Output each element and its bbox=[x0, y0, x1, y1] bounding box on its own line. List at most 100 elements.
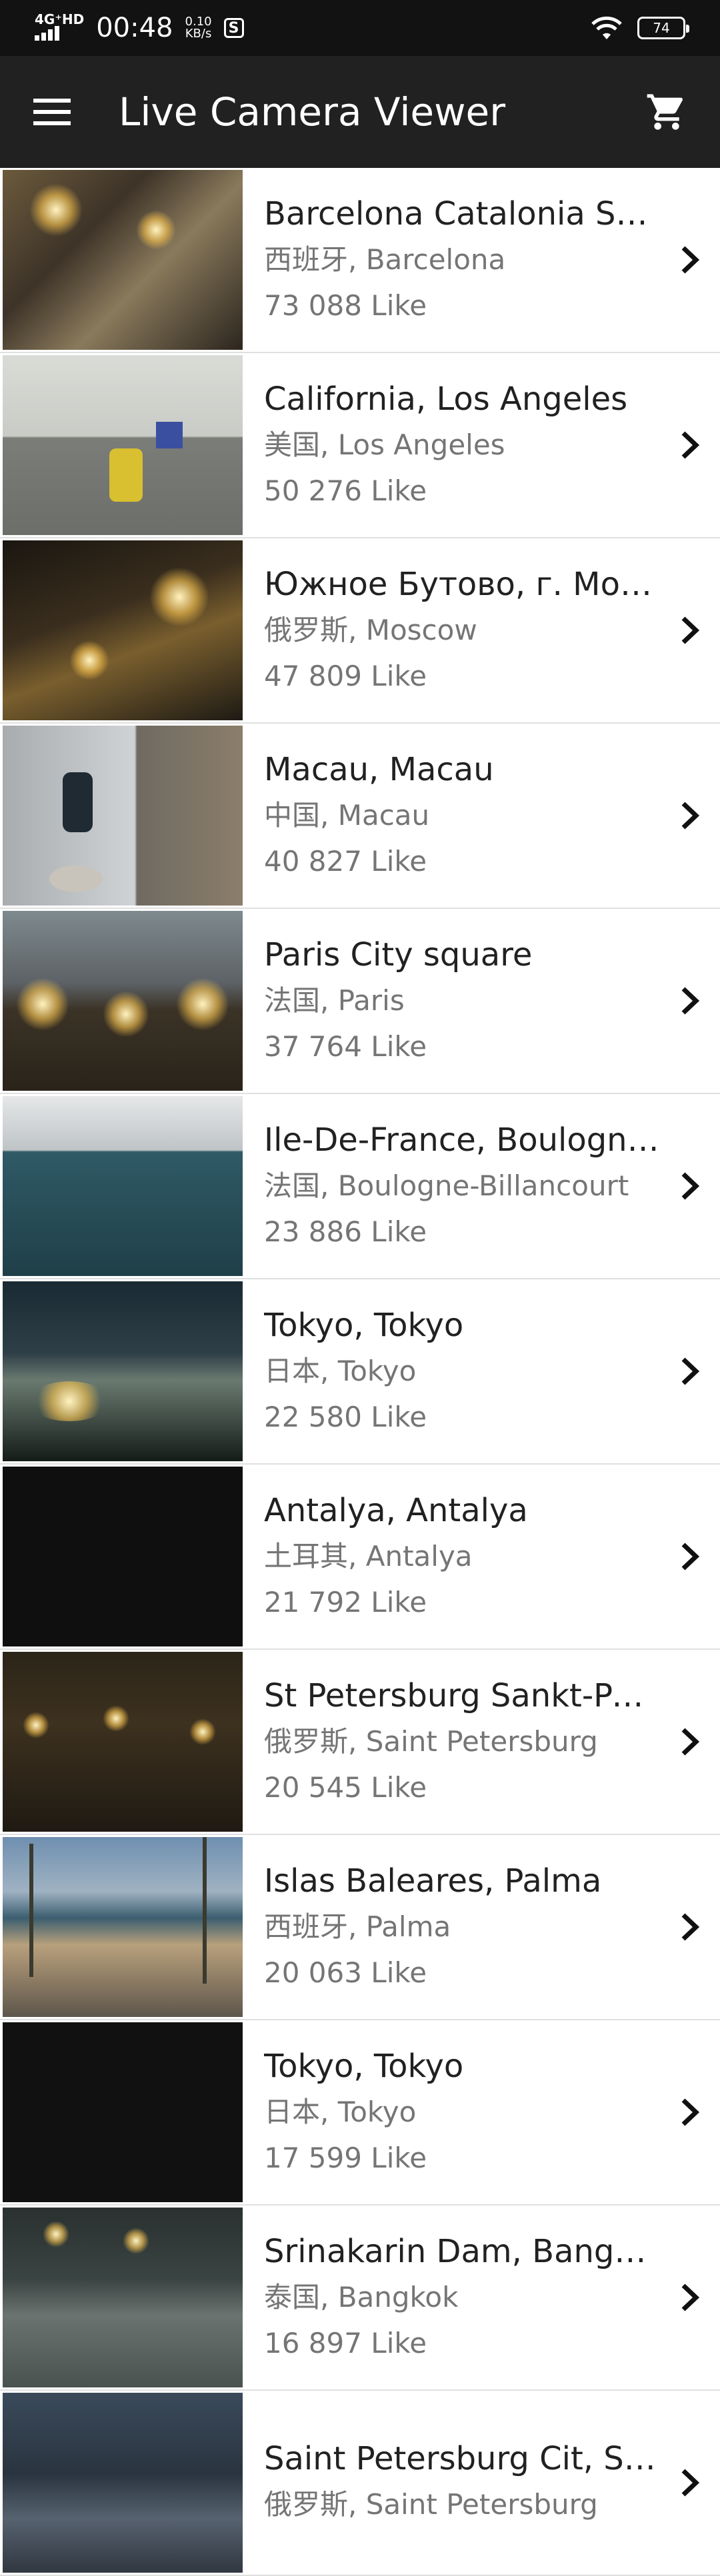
camera-city: Bangkok bbox=[337, 2281, 459, 2313]
camera-name: Barcelona Catalonia Sp… bbox=[264, 195, 660, 233]
camera-country: 西班牙 bbox=[264, 243, 349, 276]
camera-country: 俄罗斯 bbox=[264, 1725, 349, 1758]
camera-thumbnail bbox=[3, 2022, 243, 2202]
chevron-right-icon[interactable] bbox=[660, 1912, 720, 1942]
chevron-right-icon[interactable] bbox=[660, 2467, 720, 2498]
list-item[interactable]: Tokyo, Tokyo 日本, Tokyo 22 580 Like bbox=[0, 1279, 720, 1465]
camera-country: 中国 bbox=[264, 799, 321, 832]
camera-city: Los Angeles bbox=[337, 428, 505, 461]
list-item[interactable]: Ile-De-France, Boulogn… 法国, Boulogne-Bil… bbox=[0, 1094, 720, 1279]
camera-location: 法国, Paris bbox=[264, 984, 405, 1017]
camera-name: Saint Petersburg Cit, S… bbox=[264, 2440, 656, 2477]
camera-location: 俄罗斯, Saint Petersburg bbox=[264, 2488, 598, 2521]
camera-thumbnail bbox=[3, 2208, 243, 2387]
chevron-right-icon[interactable] bbox=[660, 1171, 720, 1201]
battery-icon: 74 bbox=[637, 17, 689, 39]
wifi-icon bbox=[591, 16, 622, 39]
chevron-right-icon[interactable] bbox=[660, 430, 720, 460]
camera-city: Saint Petersburg bbox=[365, 1725, 598, 1758]
clock: 00:48 bbox=[96, 13, 173, 43]
camera-info: Antalya, Antalya 土耳其, Antalya 21 792 Lik… bbox=[243, 1489, 660, 1624]
list-item[interactable]: Islas Baleares, Palma 西班牙, Palma 20 063 … bbox=[0, 1835, 720, 2020]
network-speed: 0.10 KB/s bbox=[185, 16, 212, 40]
list-item[interactable]: Paris City square 法国, Paris 37 764 Like bbox=[0, 909, 720, 1094]
camera-info: Srinakarin Dam, Bangk… 泰国, Bangkok 16 89… bbox=[243, 2230, 660, 2365]
camera-city: Macau bbox=[337, 799, 430, 832]
chevron-right-icon[interactable] bbox=[660, 1541, 720, 1572]
camera-city: Boulogne-Billancourt bbox=[337, 1169, 629, 1202]
camera-thumbnail bbox=[3, 726, 243, 906]
chevron-right-icon[interactable] bbox=[660, 800, 720, 831]
camera-thumbnail bbox=[3, 1837, 243, 2017]
camera-likes: 47 809 Like bbox=[264, 660, 427, 692]
camera-city: Tokyo bbox=[337, 1355, 417, 1387]
camera-info: Tokyo, Tokyo 日本, Tokyo 22 580 Like bbox=[243, 1303, 660, 1439]
app-notification-icon: S bbox=[223, 18, 244, 38]
chevron-right-icon[interactable] bbox=[660, 245, 720, 275]
camera-name: Ile-De-France, Boulogn… bbox=[264, 1121, 659, 1159]
list-item[interactable]: St Petersburg Sankt-Pe… 俄罗斯, Saint Peter… bbox=[0, 1650, 720, 1835]
camera-likes: 37 764 Like bbox=[264, 1030, 427, 1063]
chevron-right-icon[interactable] bbox=[660, 2097, 720, 2128]
status-bar-right: 74 bbox=[591, 15, 689, 41]
menu-icon[interactable] bbox=[32, 96, 72, 128]
camera-info: Barcelona Catalonia Sp… 西班牙, Barcelona 7… bbox=[243, 192, 660, 328]
camera-thumbnail bbox=[3, 1281, 243, 1461]
status-bar-left: 4G⁺HD 00:48 0.10 KB/s S bbox=[35, 13, 244, 43]
camera-likes: 20 545 Like bbox=[264, 1771, 427, 1804]
camera-info: Saint Petersburg Cit, S… 俄罗斯, Saint Pete… bbox=[243, 2437, 660, 2529]
camera-location: 法国, Boulogne-Billancourt bbox=[264, 1169, 629, 1202]
camera-country: 法国 bbox=[264, 1169, 321, 1202]
camera-likes: 20 063 Like bbox=[264, 1956, 427, 1989]
camera-thumbnail bbox=[3, 2393, 243, 2573]
camera-thumbnail bbox=[3, 1652, 243, 1832]
camera-info: Macau, Macau 中国, Macau 40 827 Like bbox=[243, 748, 660, 884]
camera-location: 日本, Tokyo bbox=[264, 2096, 417, 2128]
list-item[interactable]: Barcelona Catalonia Sp… 西班牙, Barcelona 7… bbox=[0, 168, 720, 353]
camera-city: Antalya bbox=[365, 1540, 473, 1573]
camera-location: 中国, Macau bbox=[264, 799, 430, 832]
camera-list: Barcelona Catalonia Sp… 西班牙, Barcelona 7… bbox=[0, 168, 720, 2576]
chevron-right-icon[interactable] bbox=[660, 985, 720, 1016]
camera-thumbnail bbox=[3, 170, 243, 350]
list-item[interactable]: Tokyo, Tokyo 日本, Tokyo 17 599 Like bbox=[0, 2020, 720, 2206]
camera-thumbnail bbox=[3, 911, 243, 1091]
list-item[interactable]: Южное Бутово, г. Мос… 俄罗斯, Moscow 47 809… bbox=[0, 538, 720, 724]
camera-location: 美国, Los Angeles bbox=[264, 428, 505, 461]
chevron-right-icon[interactable] bbox=[660, 2282, 720, 2313]
camera-likes: 17 599 Like bbox=[264, 2142, 427, 2174]
network-type: 4G⁺HD bbox=[35, 11, 85, 27]
speed-unit: KB/s bbox=[185, 27, 212, 41]
chevron-right-icon[interactable] bbox=[660, 1726, 720, 1757]
camera-city: Palma bbox=[365, 1910, 451, 1943]
list-item[interactable]: Macau, Macau 中国, Macau 40 827 Like bbox=[0, 724, 720, 909]
list-item[interactable]: California, Los Angeles 美国, Los Angeles … bbox=[0, 353, 720, 538]
list-item[interactable]: Antalya, Antalya 土耳其, Antalya 21 792 Lik… bbox=[0, 1465, 720, 1650]
camera-info: Islas Baleares, Palma 西班牙, Palma 20 063 … bbox=[243, 1859, 660, 1995]
camera-country: 日本 bbox=[264, 2096, 321, 2128]
camera-name: Antalya, Antalya bbox=[264, 1492, 528, 1529]
camera-location: 俄罗斯, Moscow bbox=[264, 614, 477, 646]
list-item[interactable]: Srinakarin Dam, Bangk… 泰国, Bangkok 16 89… bbox=[0, 2206, 720, 2391]
camera-info: St Petersburg Sankt-Pe… 俄罗斯, Saint Peter… bbox=[243, 1674, 660, 1810]
camera-location: 日本, Tokyo bbox=[264, 1355, 417, 1387]
chevron-right-icon[interactable] bbox=[660, 1356, 720, 1387]
camera-location: 俄罗斯, Saint Petersburg bbox=[264, 1725, 598, 1758]
camera-city: Moscow bbox=[365, 614, 477, 646]
chevron-right-icon[interactable] bbox=[660, 615, 720, 646]
camera-name: Tokyo, Tokyo bbox=[264, 2048, 464, 2085]
status-bar: 4G⁺HD 00:48 0.10 KB/s S 74 bbox=[0, 0, 720, 56]
camera-name: California, Los Angeles bbox=[264, 380, 628, 418]
camera-info: Tokyo, Tokyo 日本, Tokyo 17 599 Like bbox=[243, 2044, 660, 2180]
camera-likes: 50 276 Like bbox=[264, 474, 427, 507]
camera-country: 西班牙 bbox=[264, 1910, 349, 1943]
camera-name: Paris City square bbox=[264, 936, 533, 973]
camera-thumbnail bbox=[3, 355, 243, 535]
camera-thumbnail bbox=[3, 1467, 243, 1646]
camera-location: 西班牙, Barcelona bbox=[264, 243, 506, 276]
list-item[interactable]: Saint Petersburg Cit, S… 俄罗斯, Saint Pete… bbox=[0, 2391, 720, 2576]
camera-name: Южное Бутово, г. Мос… bbox=[264, 566, 660, 603]
camera-country: 日本 bbox=[264, 1355, 321, 1387]
camera-name: Islas Baleares, Palma bbox=[264, 1862, 602, 1900]
cart-icon[interactable] bbox=[645, 91, 688, 133]
